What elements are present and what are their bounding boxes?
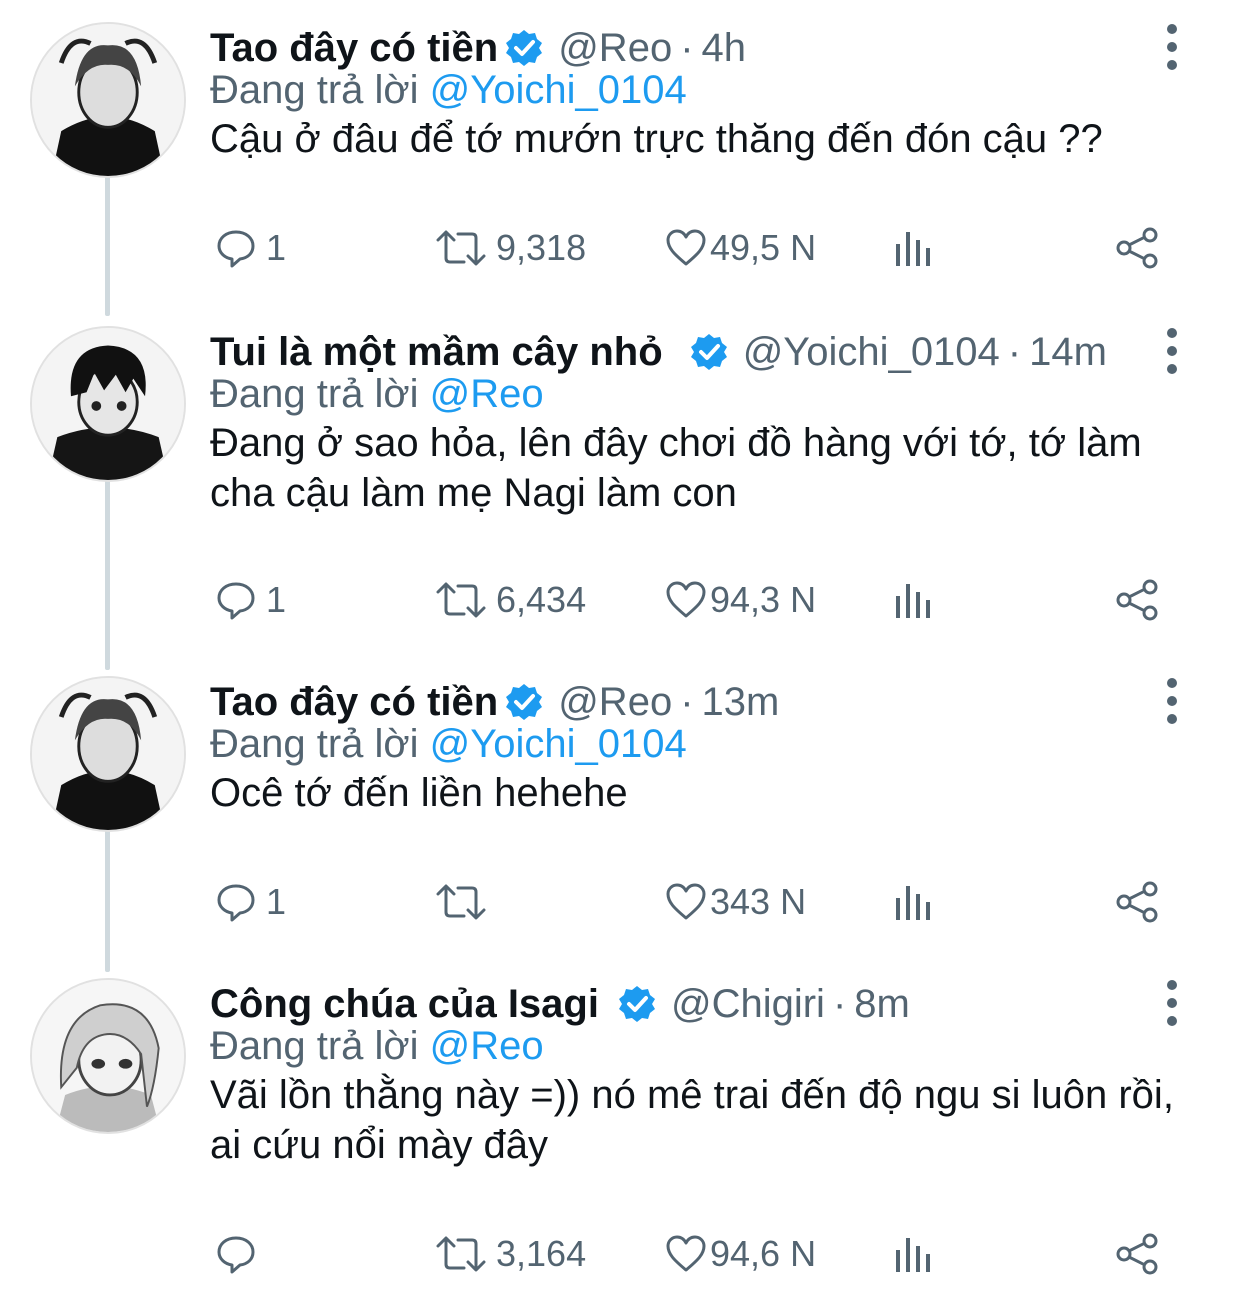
replying-to: Đang trả lời @Yoichi_0104 <box>210 68 687 113</box>
separator-dot: · <box>1007 329 1022 374</box>
reply-icon <box>217 1236 255 1274</box>
like-button[interactable]: 94,6 N <box>664 1224 816 1284</box>
retweet-icon <box>436 884 486 920</box>
replying-to-label: Đang trả lời <box>210 68 419 112</box>
heart-icon <box>666 581 706 618</box>
user-handle[interactable]: @Reo <box>558 680 672 725</box>
analytics-icon <box>896 232 930 266</box>
separator-dot: · <box>680 25 694 70</box>
verified-badge-icon <box>506 684 543 720</box>
retweet-count: 3,164 <box>496 1233 587 1274</box>
analytics-icon <box>896 1238 930 1272</box>
share-button[interactable] <box>1114 218 1160 278</box>
reply-icon <box>217 230 255 268</box>
tweet-text: Vãi lồn thằng này =)) nó mê trai đến độ … <box>210 1073 1174 1167</box>
like-button[interactable]: 94,3 N <box>664 570 816 630</box>
analytics-button[interactable] <box>892 872 932 932</box>
heart-icon <box>666 229 706 266</box>
timestamp[interactable]: 4h <box>702 26 747 71</box>
verified-badge-icon <box>690 334 727 370</box>
reply-count: 1 <box>266 881 287 922</box>
verified-badge-icon <box>618 986 655 1022</box>
avatar[interactable] <box>30 22 186 178</box>
retweet-icon <box>436 582 486 618</box>
action-bar: 1 343 N <box>0 872 1234 932</box>
action-bar: 3,164 94,6 N <box>0 1224 1234 1284</box>
share-icon <box>1116 227 1158 269</box>
action-bar: 1 9,318 49,5 N <box>0 218 1234 278</box>
user-handle[interactable]: @Chigiri <box>671 982 825 1027</box>
reply-button[interactable]: 1 <box>214 218 286 278</box>
replying-to: Đang trả lời @Yoichi_0104 <box>210 722 687 767</box>
mention-link[interactable]: @Yoichi_0104 <box>430 722 687 766</box>
retweet-count: 6,434 <box>496 579 587 620</box>
mention-link[interactable]: @Reo <box>430 1024 544 1068</box>
share-button[interactable] <box>1114 872 1160 932</box>
analytics-icon <box>896 584 930 618</box>
retweet-icon <box>436 1236 486 1272</box>
replying-to: Đang trả lời @Reo <box>210 1024 544 1069</box>
mention-link[interactable]: @Yoichi_0104 <box>430 68 687 112</box>
mention-link[interactable]: @Reo <box>430 372 544 416</box>
reply-count: 1 <box>266 579 287 620</box>
retweet-icon <box>436 230 486 266</box>
retweet-button[interactable]: 9,318 <box>434 218 586 278</box>
display-name[interactable]: Công chúa của Isagi <box>210 982 599 1027</box>
user-handle[interactable]: @Yoichi_0104 <box>743 330 1000 375</box>
like-button[interactable]: 49,5 N <box>664 218 816 278</box>
like-count: 94,3 N <box>710 579 817 620</box>
separator-dot: · <box>680 679 694 724</box>
display-name[interactable]: Tao đây có tiền <box>210 680 498 725</box>
action-bar: 1 6,434 94,3 N <box>0 570 1234 630</box>
retweet-button[interactable]: 3,164 <box>434 1224 586 1284</box>
reply-icon <box>217 582 255 620</box>
user-handle[interactable]: @Reo <box>558 26 672 71</box>
heart-icon <box>666 1235 706 1272</box>
more-vertical-icon[interactable] <box>1158 20 1186 76</box>
like-count: 49,5 N <box>710 227 817 268</box>
heart-icon <box>666 883 706 920</box>
tweet-text: Đang ở sao hỏa, lên đây chơi đồ hàng với… <box>210 421 1142 515</box>
analytics-button[interactable] <box>892 1224 932 1284</box>
display-name[interactable]: Tui là một mầm cây nhỏ <box>210 330 663 375</box>
reply-button[interactable]: 1 <box>214 570 286 630</box>
share-button[interactable] <box>1114 1224 1160 1284</box>
analytics-button[interactable] <box>892 570 932 630</box>
tweet-text: Cậu ở đâu để tớ mướn trực thăng đến đón … <box>210 117 1103 161</box>
timestamp[interactable]: 13m <box>702 680 780 725</box>
reply-button[interactable]: 1 <box>214 872 286 932</box>
avatar[interactable] <box>30 326 186 482</box>
retweet-count: 9,318 <box>496 227 587 268</box>
replying-to: Đang trả lời @Reo <box>210 372 544 417</box>
reply-icon <box>217 884 255 922</box>
share-icon <box>1116 1233 1158 1275</box>
more-vertical-icon[interactable] <box>1158 324 1186 380</box>
replying-to-label: Đang trả lời <box>210 1024 419 1068</box>
separator-dot: · <box>832 981 847 1026</box>
more-vertical-icon[interactable] <box>1158 674 1186 730</box>
replying-to-label: Đang trả lời <box>210 722 419 766</box>
avatar[interactable] <box>30 978 186 1134</box>
analytics-icon <box>896 886 930 920</box>
replying-to-label: Đang trả lời <box>210 372 419 416</box>
like-count: 343 N <box>710 881 807 922</box>
reply-button[interactable] <box>214 1224 266 1284</box>
retweet-button[interactable] <box>434 872 496 932</box>
avatar[interactable] <box>30 676 186 832</box>
timestamp[interactable]: 8m <box>854 982 910 1027</box>
reply-count: 1 <box>266 227 287 268</box>
like-button[interactable]: 343 N <box>664 872 806 932</box>
share-icon <box>1116 881 1158 923</box>
share-button[interactable] <box>1114 570 1160 630</box>
verified-badge-icon <box>506 30 543 66</box>
like-count: 94,6 N <box>710 1233 817 1274</box>
timestamp[interactable]: 14m <box>1029 330 1107 375</box>
retweet-button[interactable]: 6,434 <box>434 570 586 630</box>
more-vertical-icon[interactable] <box>1158 976 1186 1032</box>
display-name[interactable]: Tao đây có tiền <box>210 26 498 71</box>
tweet-text: Ocê tớ đến liền hehehe <box>210 771 628 815</box>
share-icon <box>1116 579 1158 621</box>
analytics-button[interactable] <box>892 218 932 278</box>
